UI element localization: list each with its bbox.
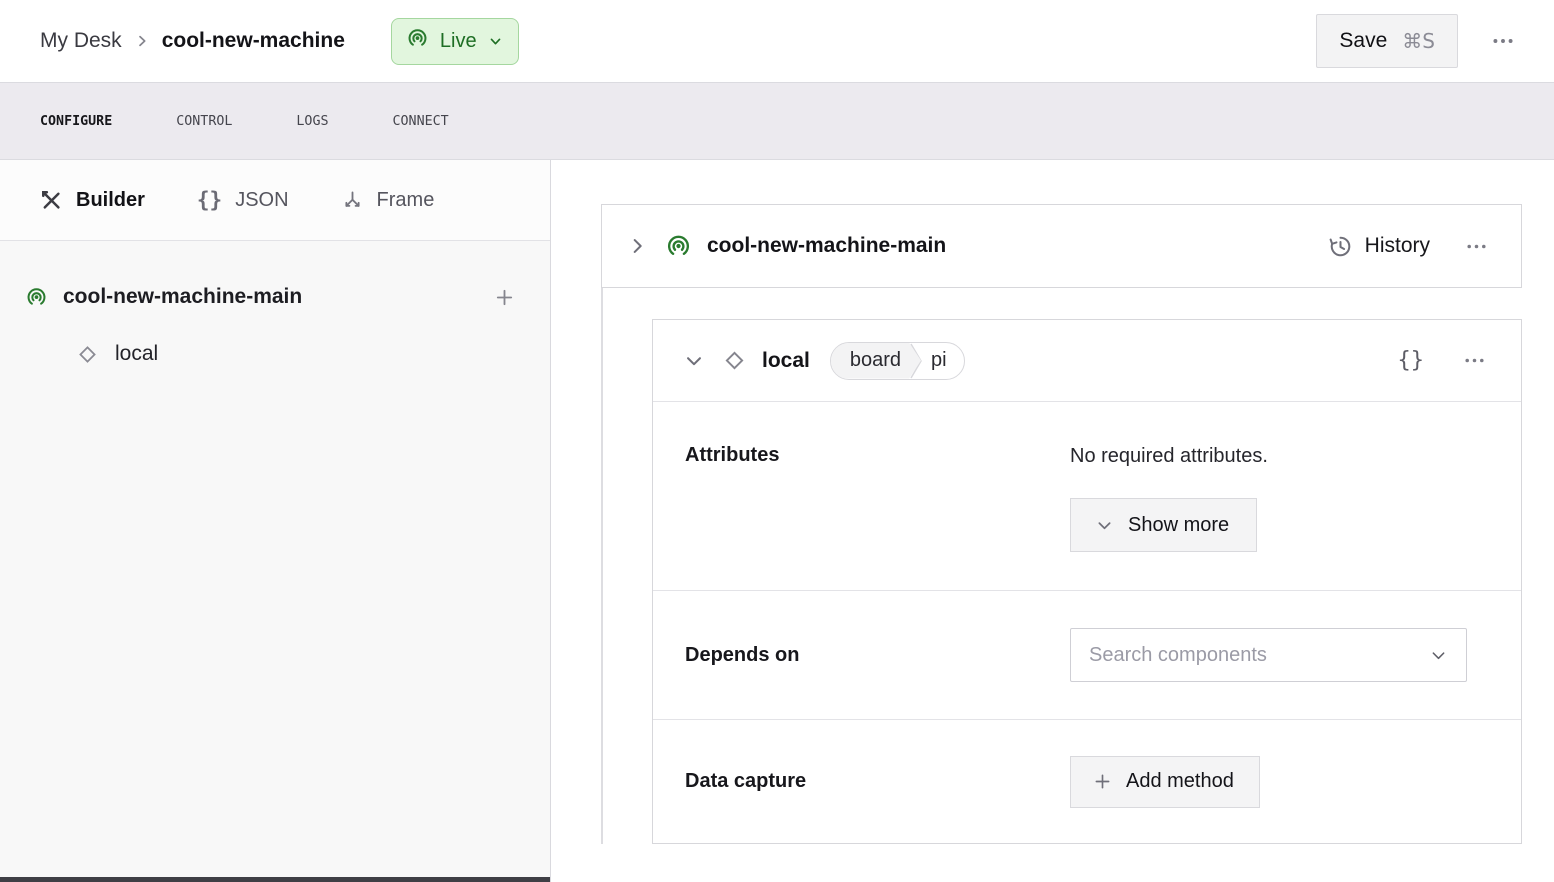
attributes-label: Attributes <box>685 442 1070 552</box>
save-button[interactable]: Save ⌘S <box>1316 14 1458 68</box>
mode-builder-button[interactable]: Builder <box>40 189 145 212</box>
component-diamond-icon <box>721 347 748 374</box>
depends-on-placeholder: Search components <box>1089 644 1267 667</box>
component-card-local: local board pi {} <box>652 319 1522 844</box>
ellipsis-icon <box>1462 348 1487 373</box>
configure-main-panel: cool-new-machine-main History <box>551 160 1554 882</box>
part-card-title: cool-new-machine-main <box>707 234 946 258</box>
show-more-button[interactable]: Show more <box>1070 498 1257 552</box>
tab-connect[interactable]: CONNECT <box>393 108 449 135</box>
depends-on-section: Depends on Search components <box>653 590 1521 719</box>
chevron-down-icon <box>1429 646 1448 665</box>
json-braces-icon: {} <box>197 188 222 212</box>
save-button-label: Save <box>1339 29 1387 53</box>
live-status-label: Live <box>440 30 477 53</box>
component-type-label: board <box>831 343 921 379</box>
header-overflow-menu-button[interactable] <box>1482 20 1524 62</box>
mode-json-label: JSON <box>235 189 288 212</box>
component-menu-button[interactable] <box>1454 340 1495 381</box>
depends-on-label: Depends on <box>685 644 1070 667</box>
mode-builder-label: Builder <box>76 189 145 212</box>
mode-frame-button[interactable]: Frame <box>341 189 435 212</box>
breadcrumb: My Desk cool-new-machine Live <box>40 18 519 65</box>
component-card-title: local <box>762 349 810 373</box>
nesting-connector-line <box>601 288 603 844</box>
part-card-menu-button[interactable] <box>1456 226 1497 267</box>
depends-on-select[interactable]: Search components <box>1070 628 1467 682</box>
add-component-button[interactable] <box>489 282 520 313</box>
header-actions: Save ⌘S <box>1316 14 1524 68</box>
top-header: My Desk cool-new-machine Live Save ⌘S <box>0 0 1554 82</box>
component-card-actions: {} <box>1394 340 1496 381</box>
view-mode-toolbar: Builder {} JSON Frame <box>0 160 550 241</box>
data-capture-section: Data capture Add method <box>653 719 1521 843</box>
plus-icon <box>1092 771 1113 792</box>
machine-tree: cool-new-machine-main local <box>0 241 550 380</box>
tree-item-local-label: local <box>115 342 158 366</box>
tree-item-machine-part[interactable]: cool-new-machine-main <box>0 271 550 323</box>
part-broadcast-icon <box>665 233 692 260</box>
live-broadcast-icon <box>406 27 429 56</box>
machine-part-broadcast-icon <box>25 286 48 309</box>
machine-part-card: cool-new-machine-main History <box>601 204 1522 288</box>
ellipsis-icon <box>1464 234 1489 259</box>
component-model-label: pi <box>922 349 964 372</box>
attributes-section: Attributes No required attributes. Show … <box>653 402 1521 590</box>
config-sidebar: Builder {} JSON Frame <box>0 160 551 882</box>
sidebar-bottom-divider <box>0 877 550 882</box>
component-collapse-button[interactable] <box>681 348 707 374</box>
frame-axes-icon <box>341 189 364 212</box>
chevron-down-icon <box>683 350 705 372</box>
history-clock-icon <box>1327 233 1354 260</box>
component-json-button[interactable]: {} <box>1394 344 1429 377</box>
tab-logs[interactable]: LOGS <box>296 108 328 135</box>
machine-status-badge[interactable]: Live <box>391 18 519 65</box>
mode-frame-label: Frame <box>377 189 435 212</box>
component-diamond-icon <box>75 342 100 367</box>
braces-icon: {} <box>1398 348 1425 373</box>
builder-tools-icon <box>40 189 63 212</box>
mode-json-button[interactable]: {} JSON <box>197 188 289 212</box>
part-card-actions: History <box>1327 226 1497 267</box>
tab-control[interactable]: CONTROL <box>176 108 232 135</box>
chevron-right-icon <box>626 235 648 257</box>
component-type-chip: board pi <box>830 342 965 380</box>
component-card-header: local board pi {} <box>653 320 1521 402</box>
save-shortcut-hint: ⌘S <box>1402 29 1435 53</box>
chevron-down-icon <box>1095 516 1114 535</box>
tree-item-machine-part-label: cool-new-machine-main <box>63 285 302 309</box>
breadcrumb-current-machine: cool-new-machine <box>162 29 345 53</box>
tree-item-local[interactable]: local <box>0 328 550 380</box>
status-chevron-down-icon <box>488 34 503 49</box>
breadcrumb-separator-icon <box>134 33 150 49</box>
plus-icon <box>493 286 516 309</box>
ellipsis-icon <box>1490 28 1516 54</box>
data-capture-label: Data capture <box>685 770 1070 793</box>
primary-tab-bar: CONFIGURE CONTROL LOGS CONNECT <box>0 82 1554 160</box>
tab-configure[interactable]: CONFIGURE <box>40 108 112 135</box>
history-label: History <box>1365 234 1430 258</box>
part-card-expand-button[interactable] <box>624 233 650 259</box>
attributes-empty-text: No required attributes. <box>1070 442 1268 470</box>
add-method-button[interactable]: Add method <box>1070 756 1260 808</box>
show-more-label: Show more <box>1128 514 1229 537</box>
history-button[interactable]: History <box>1327 233 1430 260</box>
breadcrumb-parent-link[interactable]: My Desk <box>40 29 122 53</box>
add-method-label: Add method <box>1126 770 1234 793</box>
